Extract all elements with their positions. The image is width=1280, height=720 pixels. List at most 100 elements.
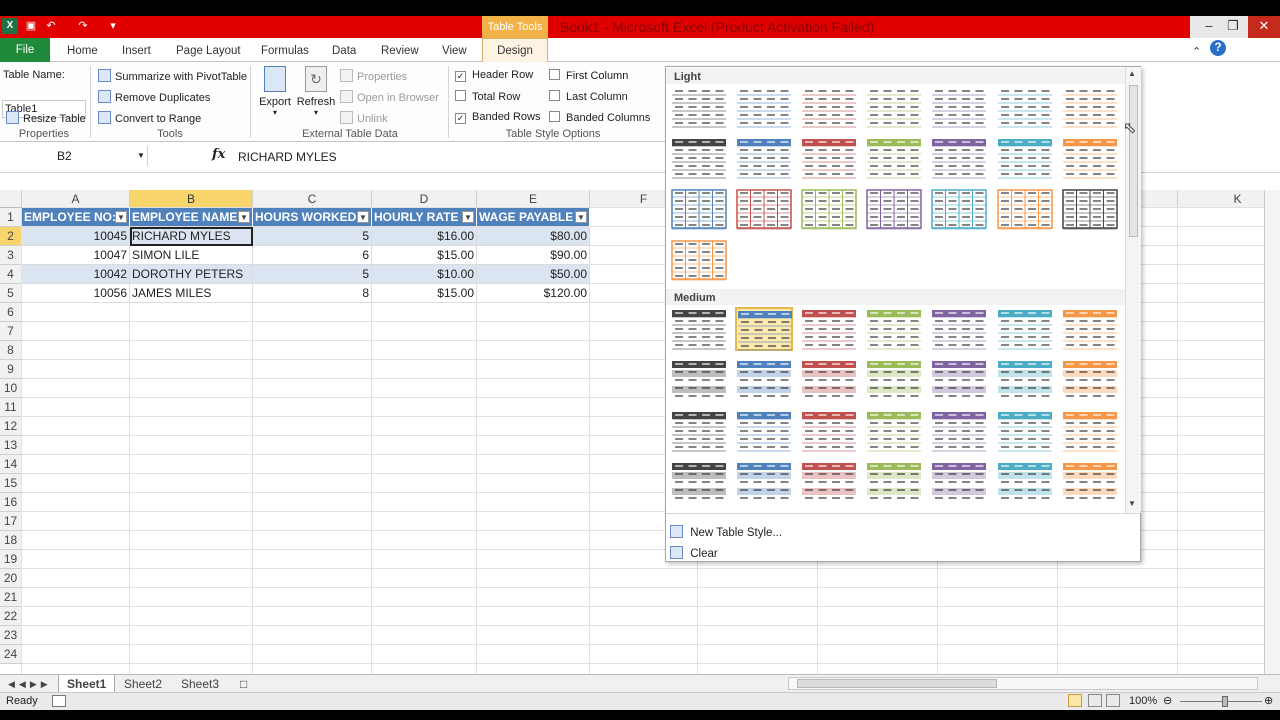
table-style-swatch[interactable] — [996, 307, 1054, 351]
row-header[interactable]: 7 — [0, 322, 22, 341]
column-header[interactable]: D — [372, 190, 477, 208]
customize-qat-icon[interactable]: ▾ — [106, 19, 120, 33]
table-style-swatch[interactable] — [996, 358, 1054, 402]
export-button[interactable]: Export ▾ — [258, 66, 292, 117]
table-style-swatch[interactable] — [1061, 307, 1119, 351]
table-style-swatch[interactable] — [1061, 136, 1119, 180]
tab-data[interactable]: Data — [332, 41, 356, 61]
clear-style-item[interactable]: Clear — [670, 546, 718, 560]
column-header[interactable]: B — [130, 190, 253, 208]
table-style-swatch[interactable] — [865, 187, 923, 231]
table-style-swatch[interactable] — [865, 307, 923, 351]
table-cell[interactable]: 10056 — [22, 284, 130, 303]
select-all-corner[interactable] — [0, 190, 22, 208]
banded-columns-checkbox[interactable]: Banded Columns — [549, 111, 650, 124]
total-row-checkbox[interactable]: Total Row — [455, 90, 520, 103]
table-style-swatch[interactable] — [670, 460, 728, 504]
table-style-swatch[interactable] — [800, 358, 858, 402]
close-button[interactable]: ✕ — [1248, 16, 1280, 38]
unlink-button[interactable]: Unlink — [340, 111, 388, 125]
row-header[interactable]: 23 — [0, 626, 22, 645]
zoom-level[interactable]: 100% — [1129, 695, 1157, 707]
row-header[interactable]: 1 — [0, 208, 22, 227]
table-cell[interactable]: $10.00 — [372, 265, 477, 284]
excel-logo-icon[interactable]: X — [2, 18, 18, 34]
table-style-swatch[interactable] — [1061, 187, 1119, 231]
scroll-up-icon[interactable]: ▲ — [1128, 69, 1136, 78]
row-header[interactable]: 5 — [0, 284, 22, 303]
row-header[interactable]: 16 — [0, 493, 22, 512]
row-header[interactable]: 21 — [0, 588, 22, 607]
vertical-scrollbar[interactable] — [1264, 190, 1280, 674]
banded-rows-checkbox[interactable]: ✓ Banded Rows — [455, 111, 541, 124]
horizontal-scroll-thumb[interactable] — [797, 679, 997, 688]
table-cell[interactable]: $120.00 — [477, 284, 590, 303]
row-header[interactable]: 4 — [0, 265, 22, 284]
row-header[interactable]: 9 — [0, 360, 22, 379]
tab-home[interactable]: Home — [67, 41, 98, 61]
minimize-button[interactable]: – — [1196, 16, 1222, 38]
sheet-nav-icon[interactable]: ◀◀▶▶ — [0, 675, 60, 693]
table-cell[interactable]: $15.00 — [372, 284, 477, 303]
table-style-swatch[interactable] — [930, 187, 988, 231]
table-style-swatch[interactable] — [670, 238, 728, 282]
table-style-swatch[interactable] — [670, 358, 728, 402]
name-box[interactable]: B2 — [0, 146, 148, 166]
table-style-swatch[interactable] — [1061, 85, 1119, 129]
macro-record-icon[interactable] — [52, 695, 66, 707]
zoom-slider[interactable] — [1180, 701, 1262, 702]
table-cell[interactable]: DOROTHY PETERS — [130, 265, 253, 284]
table-style-swatch[interactable] — [735, 409, 793, 453]
table-style-swatch[interactable] — [800, 85, 858, 129]
redo-icon[interactable]: ↷ — [76, 19, 90, 33]
table-style-swatch[interactable] — [800, 136, 858, 180]
row-header[interactable]: 12 — [0, 417, 22, 436]
table-style-swatch[interactable] — [930, 136, 988, 180]
filter-dropdown-icon[interactable]: ▼ — [575, 211, 587, 223]
undo-icon[interactable]: ↶ — [44, 19, 58, 33]
table-cell[interactable]: 10042 — [22, 265, 130, 284]
row-header[interactable]: 20 — [0, 569, 22, 588]
insert-function-icon[interactable]: fx — [212, 147, 225, 162]
refresh-button[interactable]: ↻ Refresh ▾ — [296, 66, 336, 117]
first-column-checkbox[interactable]: First Column — [549, 69, 628, 82]
name-box-dropdown-icon[interactable]: ▼ — [137, 151, 145, 160]
table-cell[interactable]: $50.00 — [477, 265, 590, 284]
table-style-swatch[interactable] — [670, 409, 728, 453]
table-style-swatch[interactable] — [735, 136, 793, 180]
maximize-button[interactable]: ❐ — [1220, 16, 1246, 38]
row-header[interactable]: 17 — [0, 512, 22, 531]
row-header[interactable]: 11 — [0, 398, 22, 417]
tab-insert[interactable]: Insert — [122, 41, 151, 61]
table-style-swatch[interactable] — [670, 85, 728, 129]
column-header[interactable]: A — [22, 190, 130, 208]
table-cell[interactable]: SIMON LILE — [130, 246, 253, 265]
table-cell[interactable]: 10047 — [22, 246, 130, 265]
table-style-swatch[interactable] — [996, 460, 1054, 504]
table-style-swatch[interactable] — [996, 136, 1054, 180]
insert-sheet-icon[interactable]: □ — [232, 675, 255, 693]
table-header-cell[interactable]: EMPLOYEE NAME ▼ — [130, 208, 253, 227]
filter-dropdown-icon[interactable]: ▼ — [462, 211, 474, 223]
normal-view-icon[interactable] — [1068, 694, 1082, 707]
table-cell[interactable]: $16.00 — [372, 227, 477, 246]
table-style-swatch[interactable] — [1061, 409, 1119, 453]
table-style-swatch[interactable] — [1061, 460, 1119, 504]
table-cell[interactable]: 8 — [253, 284, 372, 303]
row-header[interactable]: 6 — [0, 303, 22, 322]
table-style-swatch[interactable] — [930, 460, 988, 504]
table-header-cell[interactable]: HOURLY RATE ▼ — [372, 208, 477, 227]
tab-file[interactable]: File — [0, 38, 50, 62]
table-style-swatch[interactable] — [930, 85, 988, 129]
page-layout-view-icon[interactable] — [1088, 694, 1102, 707]
sheet-tab-2[interactable]: Sheet2 — [116, 675, 170, 693]
sheet-tab-1[interactable]: Sheet1 — [58, 675, 116, 693]
table-style-swatch[interactable] — [800, 187, 858, 231]
table-cell[interactable]: $90.00 — [477, 246, 590, 265]
scroll-down-icon[interactable]: ▼ — [1128, 499, 1136, 508]
tab-view[interactable]: View — [442, 41, 467, 61]
table-style-swatch[interactable] — [800, 460, 858, 504]
tab-design[interactable]: Design — [482, 38, 548, 63]
header-row-checkbox[interactable]: ✓ Header Row — [455, 69, 533, 82]
table-cell[interactable]: RICHARD MYLES — [130, 227, 253, 246]
